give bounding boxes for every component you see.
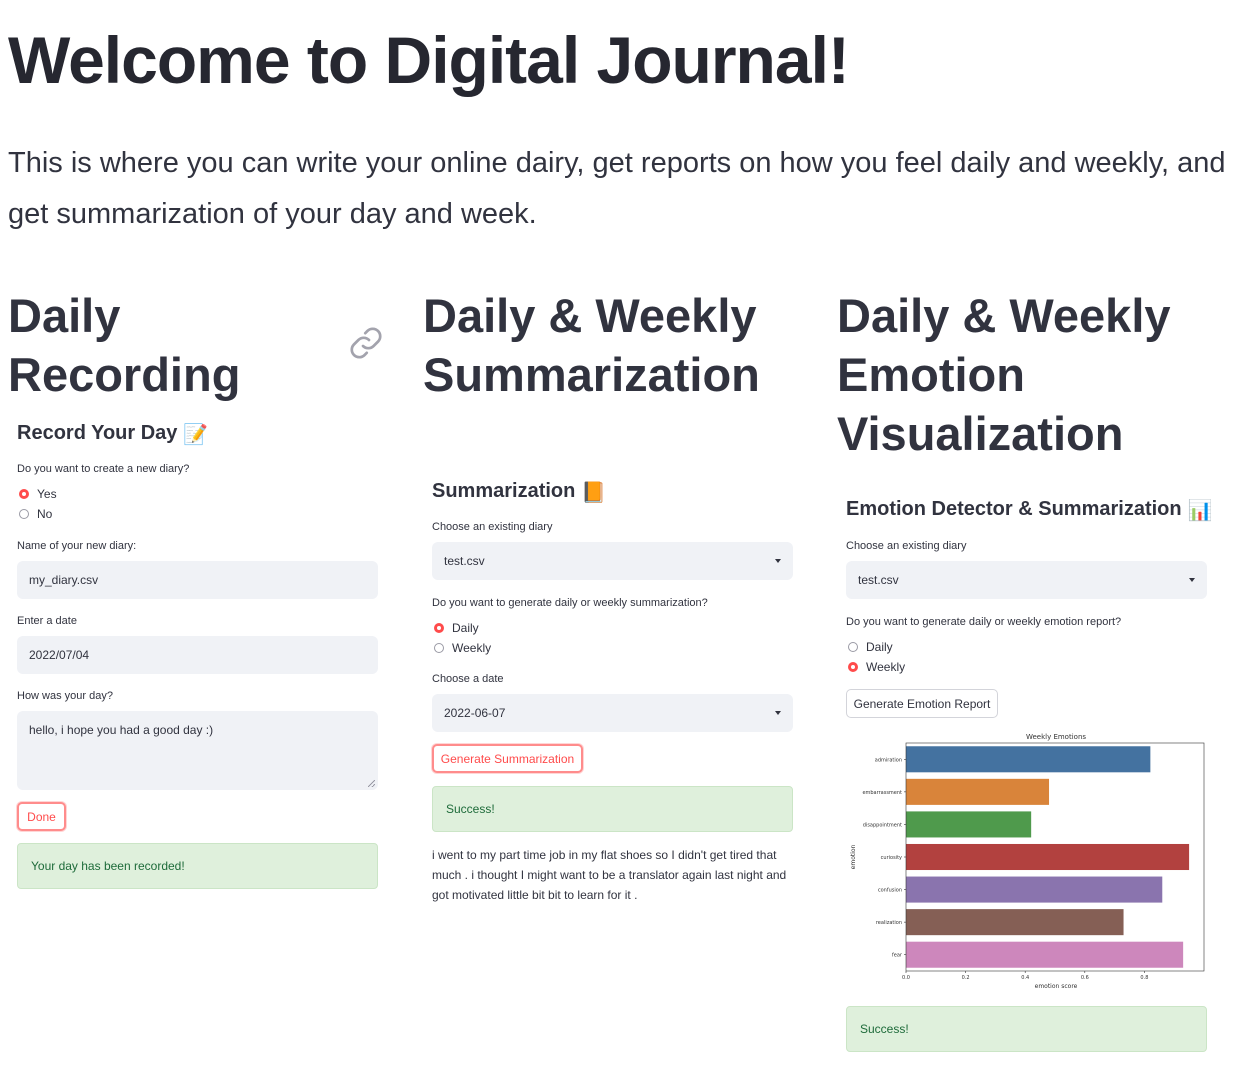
summary-radio-weekly[interactable]: Weekly — [434, 639, 491, 657]
resize-handle[interactable] — [368, 780, 375, 787]
emotion-card-title: Emotion Detector & Summarization 📊 — [846, 498, 1213, 522]
date-label: Enter a date — [17, 615, 77, 627]
y-tick-label: admiration — [875, 757, 902, 763]
diary-name-label: Name of your new diary: — [17, 540, 137, 552]
weekly-emotions-chart: Weekly Emotions admiration embarrassment d… — [850, 733, 1205, 990]
bar-admiration — [906, 746, 1151, 773]
x-tick-label: 0.4 — [1021, 975, 1029, 981]
x-tick-label: 0.0 — [902, 975, 910, 981]
generate-summarization-button[interactable]: Generate Summarization — [432, 744, 583, 773]
summary-period-question: Do you want to generate daily or weekly … — [432, 597, 708, 609]
bar-disappointment — [906, 811, 1032, 838]
bar-curiosity — [906, 843, 1190, 871]
bar-realization — [906, 909, 1124, 936]
record-card-title: Record Your Day 📝 — [17, 422, 209, 446]
y-tick-label: disappointment — [863, 822, 902, 828]
bar-chart-icon: 📊 — [1187, 500, 1213, 522]
summary-radio-weekly-indicator — [434, 643, 444, 653]
recorded-success-alert: Your day has been recorded! — [17, 843, 378, 889]
emotion-visualization-heading: Daily & Weekly Emotion Visualization — [837, 289, 1171, 460]
date-input[interactable]: 2022/07/04 — [17, 636, 378, 674]
summary-date-select[interactable]: 2022-06-07 — [432, 694, 793, 732]
summary-radio-daily[interactable]: Daily — [434, 619, 479, 637]
done-button[interactable]: Done — [17, 802, 66, 831]
intro-text: This is where you can write your online … — [8, 147, 1226, 230]
y-tick-label: curiosity — [881, 855, 902, 861]
emotion-radio-weekly[interactable]: Weekly — [848, 658, 905, 676]
summary-card-title: Summarization 📙 — [432, 480, 607, 504]
emotion-diary-select[interactable]: test.csv — [846, 561, 1207, 599]
diary-name-input[interactable]: my_diary.csv — [17, 561, 378, 599]
radio-yes[interactable]: Yes — [19, 485, 57, 503]
bar-confusion — [906, 876, 1163, 903]
summary-diary-select[interactable]: test.csv — [432, 542, 793, 580]
emotion-radio-daily-indicator — [848, 642, 858, 652]
radio-no[interactable]: No — [19, 505, 52, 523]
bar-fear — [906, 941, 1184, 968]
summary-date-label: Choose a date — [432, 673, 504, 685]
x-tick-label: 0.8 — [1140, 975, 1148, 981]
radio-yes-indicator — [19, 489, 29, 499]
day-textarea[interactable]: hello, i hope you had a good day :) — [17, 711, 378, 790]
generate-emotion-report-button[interactable]: Generate Emotion Report — [846, 689, 998, 718]
page-title: Welcome to Digital Journal! — [8, 23, 850, 97]
y-tick-label: embarrassment — [862, 790, 902, 796]
chevron-down-icon — [775, 559, 781, 563]
chevron-down-icon — [1189, 578, 1195, 582]
emotion-radio-daily[interactable]: Daily — [848, 638, 893, 656]
create-diary-question: Do you want to create a new diary? — [17, 463, 190, 475]
y-tick-label: fear — [892, 953, 903, 959]
radio-no-indicator — [19, 509, 29, 519]
summary-radio-daily-indicator — [434, 623, 444, 633]
memo-icon: 📝 — [183, 424, 209, 446]
summary-output-text: i went to my part time job in my flat sh… — [432, 848, 787, 902]
bar-embarrassment — [906, 778, 1050, 805]
summary-diary-label: Choose an existing diary — [432, 521, 553, 533]
emotion-success-alert: Success! — [846, 1006, 1207, 1052]
chart-x-label: emotion score — [1035, 983, 1078, 990]
chart-title: Weekly Emotions — [1026, 733, 1086, 741]
y-tick-label: confusion — [878, 888, 902, 894]
chart-y-label: emotion — [850, 844, 857, 869]
summarization-heading: Daily & Weekly Summarization — [423, 289, 760, 401]
x-tick-label: 0.2 — [962, 975, 970, 981]
emotion-diary-label: Choose an existing diary — [846, 540, 967, 552]
summary-success-alert: Success! — [432, 786, 793, 832]
x-tick-label: 0.6 — [1081, 975, 1089, 981]
daily-recording-heading: Daily Recording — [8, 289, 241, 401]
emotion-radio-weekly-indicator — [848, 662, 858, 672]
emotion-period-question: Do you want to generate daily or weekly … — [846, 616, 1122, 628]
y-tick-label: realization — [876, 920, 902, 926]
link-icon[interactable] — [348, 325, 384, 361]
book-icon: 📙 — [581, 482, 607, 504]
chevron-down-icon — [775, 711, 781, 715]
day-label: How was your day? — [17, 690, 113, 702]
